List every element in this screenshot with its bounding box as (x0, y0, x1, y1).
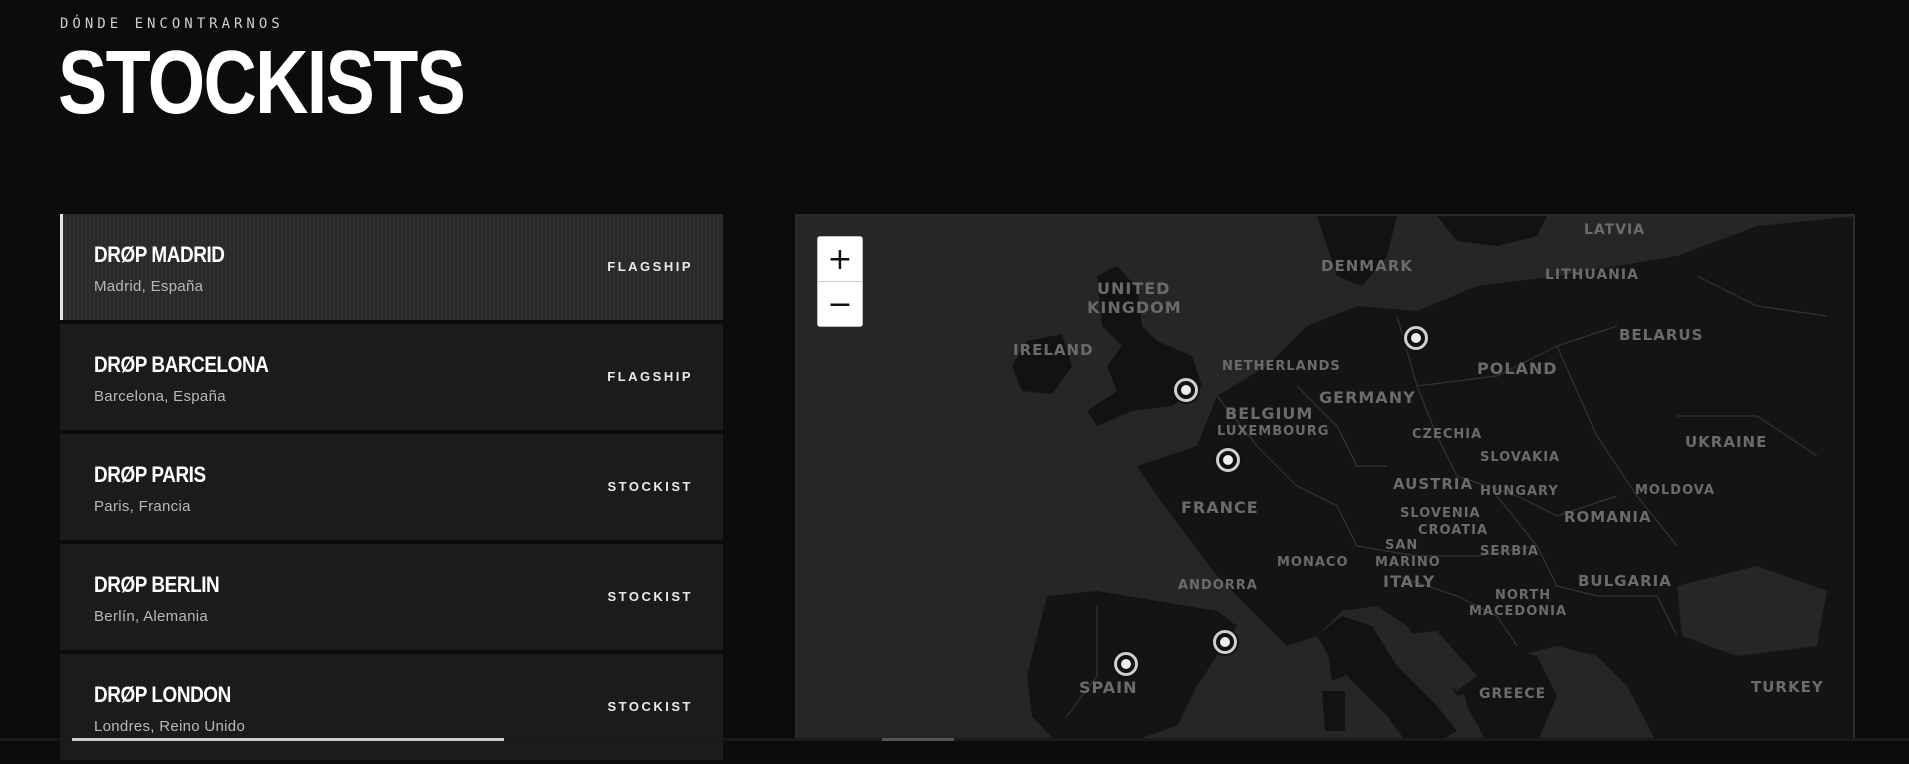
store-item-madrid[interactable]: DRØP MADRID Madrid, España FLAGSHIP (60, 214, 723, 320)
store-city: Barcelona, España (94, 388, 226, 405)
store-name: DRØP LONDON (94, 682, 231, 707)
store-list: DRØP MADRID Madrid, España FLAGSHIP DRØP… (60, 214, 723, 764)
map-label-san: SAN (1385, 538, 1419, 553)
map-marker-paris[interactable] (1216, 448, 1240, 472)
map-label-germany: GERMANY (1319, 388, 1416, 407)
map-landmass (797, 216, 1853, 739)
page-title: STOCKISTS (58, 33, 466, 133)
store-item-berlin[interactable]: DRØP BERLIN Berlín, Alemania STOCKIST (60, 544, 723, 650)
map-label-slovenia: SLOVENIA (1400, 506, 1481, 521)
store-type-badge: STOCKIST (607, 479, 693, 494)
map-zoom-control: + − (817, 236, 863, 327)
map-label-poland: POLAND (1477, 359, 1558, 378)
store-type-badge: STOCKIST (607, 699, 693, 714)
map-label-belarus: BELARUS (1619, 326, 1704, 344)
map-label-monaco: MONACO (1277, 555, 1349, 570)
map-label-spain: SPAIN (1079, 678, 1138, 697)
store-item-london[interactable]: DRØP LONDON Londres, Reino Unido STOCKIS… (60, 654, 723, 760)
store-item-barcelona[interactable]: DRØP BARCELONA Barcelona, España FLAGSHI… (60, 324, 723, 430)
map-label-marino: MARINO (1375, 555, 1441, 570)
map-label-moldova: MOLDOVA (1635, 483, 1716, 498)
zoom-out-button[interactable]: − (818, 282, 862, 326)
map-label-bulgaria: BULGARIA (1578, 572, 1672, 590)
store-item-paris[interactable]: DRØP PARIS Paris, Francia STOCKIST (60, 434, 723, 540)
map-marker-london[interactable] (1174, 378, 1198, 402)
map-marker-barcelona[interactable] (1213, 630, 1237, 654)
map-label-italy: ITALY (1383, 572, 1436, 591)
map-label-kingdom: KINGDOM (1087, 298, 1182, 317)
map-label-serbia: SERBIA (1480, 544, 1540, 559)
store-city: Paris, Francia (94, 498, 191, 515)
map-label-macedonia: MACEDONIA (1469, 604, 1568, 619)
map-label-denmark: DENMARK (1321, 257, 1413, 275)
store-city: Londres, Reino Unido (94, 718, 246, 735)
store-city: Madrid, España (94, 278, 204, 295)
zoom-in-button[interactable]: + (818, 237, 862, 282)
store-type-badge: FLAGSHIP (607, 369, 693, 384)
map-label-austria: AUSTRIA (1393, 475, 1474, 493)
store-name: DRØP BARCELONA (94, 352, 269, 377)
map-label-france: FRANCE (1181, 498, 1259, 517)
store-name: DRØP MADRID (94, 242, 225, 267)
map-label-united: UNITED (1097, 279, 1171, 298)
map-label-romania: ROMANIA (1564, 508, 1652, 526)
store-type-badge: STOCKIST (607, 589, 693, 604)
store-type-badge: FLAGSHIP (607, 259, 693, 274)
map-marker-berlin[interactable] (1404, 326, 1428, 350)
map-label-greece: GREECE (1479, 686, 1547, 702)
map-label-ireland: IRELAND (1013, 341, 1094, 359)
section-eyebrow: DÓNDE ENCONTRARNOS (60, 16, 284, 32)
map-label-croatia: CROATIA (1418, 523, 1489, 538)
store-city: Berlín, Alemania (94, 608, 209, 625)
map-label-turkey: TURKEY (1751, 678, 1824, 696)
map-label-andorra: ANDORRA (1178, 578, 1258, 593)
map-label-czechia: CZECHIA (1412, 427, 1483, 442)
map-label-slovakia: SLOVAKIA (1480, 450, 1561, 465)
store-name: DRØP PARIS (94, 462, 206, 487)
map-label-belgium: BELGIUM (1225, 404, 1314, 423)
map-label-latvia: LATVIA (1584, 222, 1646, 238)
map-label-north: NORTH (1495, 588, 1552, 603)
map-label-netherlands: NETHERLANDS (1222, 359, 1341, 374)
map-marker-madrid[interactable] (1114, 652, 1138, 676)
map-label-hungary: HUNGARY (1480, 484, 1559, 499)
store-name: DRØP BERLIN (94, 572, 220, 597)
map-label-lithuania: LITHUANIA (1545, 267, 1639, 283)
map-label-ukraine: UKRAINE (1685, 433, 1768, 451)
stockist-map[interactable]: + − LATVIA DENMARK LITHUANIA UNITED KING… (795, 214, 1855, 741)
map-label-luxembourg: LUXEMBOURG (1217, 424, 1330, 439)
